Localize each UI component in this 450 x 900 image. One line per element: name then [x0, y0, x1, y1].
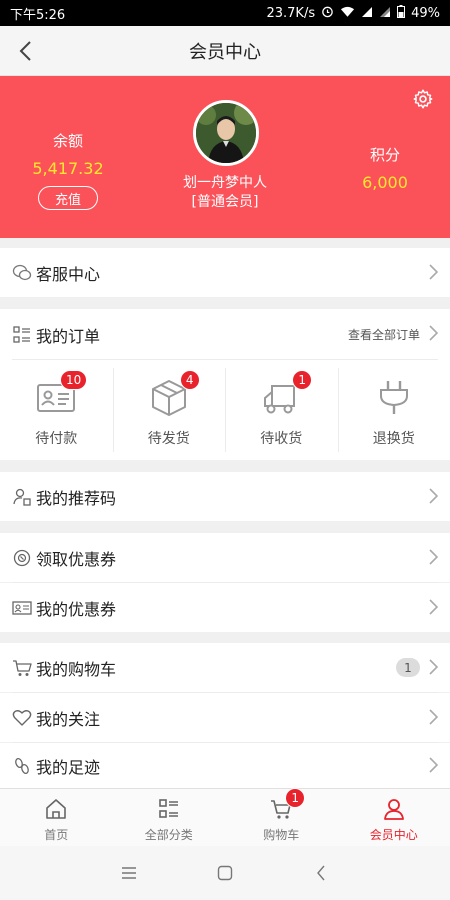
- avatar[interactable]: [193, 100, 259, 166]
- order-label: 待发货: [147, 431, 190, 447]
- my-footprints-row[interactable]: 我的足迹: [0, 743, 450, 788]
- order-pending-receipt[interactable]: 1 待收货: [225, 360, 338, 460]
- points-value: 6,000: [362, 173, 408, 192]
- user-icon: [382, 797, 406, 821]
- payment-card-icon: 10: [35, 370, 88, 418]
- user-name: 划一舟梦中人: [183, 175, 267, 191]
- tab-home[interactable]: 首页: [0, 789, 113, 846]
- my-cart-row[interactable]: 我的购物车 1: [0, 643, 450, 692]
- customer-service-label: 客服中心: [36, 264, 101, 284]
- my-orders-label: 我的订单: [36, 326, 101, 346]
- order-label: 待付款: [35, 431, 78, 447]
- user-qr-icon: [12, 487, 32, 507]
- menu-button[interactable]: [117, 861, 141, 885]
- tab-cart[interactable]: 1 购物车: [225, 788, 338, 846]
- chevron-right-icon: [429, 757, 438, 773]
- back-button[interactable]: [8, 34, 42, 68]
- pending-receipt-badge: 1: [292, 370, 313, 390]
- heart-icon: [12, 708, 32, 728]
- page-title: 会员中心: [189, 41, 261, 63]
- footprint-icon: [12, 756, 32, 776]
- order-pending-payment[interactable]: 10 待付款: [0, 360, 113, 460]
- system-back-button[interactable]: [309, 861, 333, 885]
- home-icon: [44, 797, 68, 821]
- battery-icon: [397, 5, 406, 21]
- my-follows-row[interactable]: 我的关注: [0, 693, 450, 742]
- tab-member-center[interactable]: 会员中心: [338, 789, 450, 846]
- user-level: [普通会员]: [191, 194, 259, 210]
- wechat-icon: [12, 263, 32, 283]
- alarm-icon: [321, 5, 334, 21]
- status-bar: 下午5:26 23.7K/s 49%: [0, 0, 450, 26]
- box-icon: 4: [148, 370, 200, 418]
- chevron-right-icon: [429, 549, 438, 565]
- referral-code-row[interactable]: 我的推荐码: [0, 472, 450, 521]
- points-label: 积分: [369, 146, 400, 164]
- home-button[interactable]: [213, 861, 237, 885]
- referral-code-label: 我的推荐码: [36, 488, 117, 508]
- order-pending-shipment[interactable]: 4 待发货: [112, 360, 226, 460]
- cart-icon: 1: [269, 788, 306, 821]
- my-coupons-row[interactable]: 我的优惠券: [0, 583, 450, 632]
- settings-button[interactable]: [412, 88, 436, 112]
- gear-icon: [413, 89, 433, 109]
- battery-percent: 49%: [411, 5, 440, 21]
- plug-icon: [373, 376, 415, 418]
- cart-tab-badge: 1: [285, 788, 306, 808]
- category-icon: [157, 797, 181, 821]
- get-coupons-label: 领取优惠券: [36, 549, 117, 569]
- my-coupons-label: 我的优惠券: [36, 599, 117, 619]
- tab-label: 购物车: [263, 828, 300, 842]
- chevron-right-icon: [429, 599, 438, 615]
- pending-payment-badge: 10: [59, 370, 88, 390]
- network-speed: 23.7K/s: [266, 5, 316, 21]
- tab-label: 全部分类: [144, 828, 193, 842]
- order-status-bar: 10 待付款 4 待发货 1 待收货 退换货: [0, 360, 450, 460]
- my-cart-label: 我的购物车: [36, 659, 117, 679]
- recharge-button[interactable]: 充值: [38, 186, 98, 210]
- order-label: 退换货: [372, 431, 415, 447]
- view-all-orders-link[interactable]: 查看全部订单: [348, 326, 420, 343]
- status-time: 下午5:26: [10, 7, 66, 23]
- my-orders-row[interactable]: 我的订单 查看全部订单: [0, 309, 450, 360]
- balance-label: 余额: [52, 132, 83, 150]
- pending-shipment-badge: 4: [179, 370, 200, 390]
- my-footprints-label: 我的足迹: [36, 757, 101, 777]
- nav-bar: 会员中心: [0, 26, 450, 76]
- tab-label: 会员中心: [369, 828, 418, 842]
- coupon-card-icon: [12, 598, 32, 618]
- bottom-tab-bar: 首页 全部分类 1 购物车 会员中心: [0, 788, 450, 846]
- order-label: 待收货: [260, 431, 303, 447]
- chevron-right-icon: [429, 264, 438, 280]
- tab-categories[interactable]: 全部分类: [113, 789, 226, 846]
- balance-value: 5,417.32: [32, 159, 104, 178]
- list-icon: [12, 325, 32, 345]
- wifi-icon: [340, 6, 355, 21]
- chevron-left-icon: [317, 865, 325, 881]
- order-returns[interactable]: 退换货: [337, 360, 450, 460]
- customer-service-row[interactable]: 客服中心: [0, 248, 450, 297]
- coupon-receive-icon: [12, 548, 32, 568]
- cart-count-badge: 1: [396, 658, 420, 677]
- truck-icon: 1: [260, 370, 313, 418]
- square-icon: [217, 865, 233, 881]
- balance-block: 余额 5,417.32 充值: [18, 130, 118, 210]
- signal-icon: [361, 6, 373, 21]
- tab-label: 首页: [44, 828, 69, 842]
- get-coupons-row[interactable]: 领取优惠券: [0, 533, 450, 582]
- chevron-right-icon: [429, 659, 438, 675]
- chevron-right-icon: [429, 325, 438, 341]
- points-block[interactable]: 积分 6,000: [340, 144, 430, 192]
- member-header: 余额 5,417.32 充值 划一舟梦中人 [普通会员] 积分 6,000: [0, 76, 450, 238]
- chevron-right-icon: [429, 709, 438, 725]
- chevron-left-icon: [19, 41, 31, 61]
- chevron-right-icon: [429, 488, 438, 504]
- menu-icon: [122, 867, 136, 879]
- system-nav-bar: [0, 846, 450, 900]
- cart-icon: [12, 658, 32, 678]
- signal-icon: [379, 6, 391, 21]
- my-follows-label: 我的关注: [36, 709, 101, 729]
